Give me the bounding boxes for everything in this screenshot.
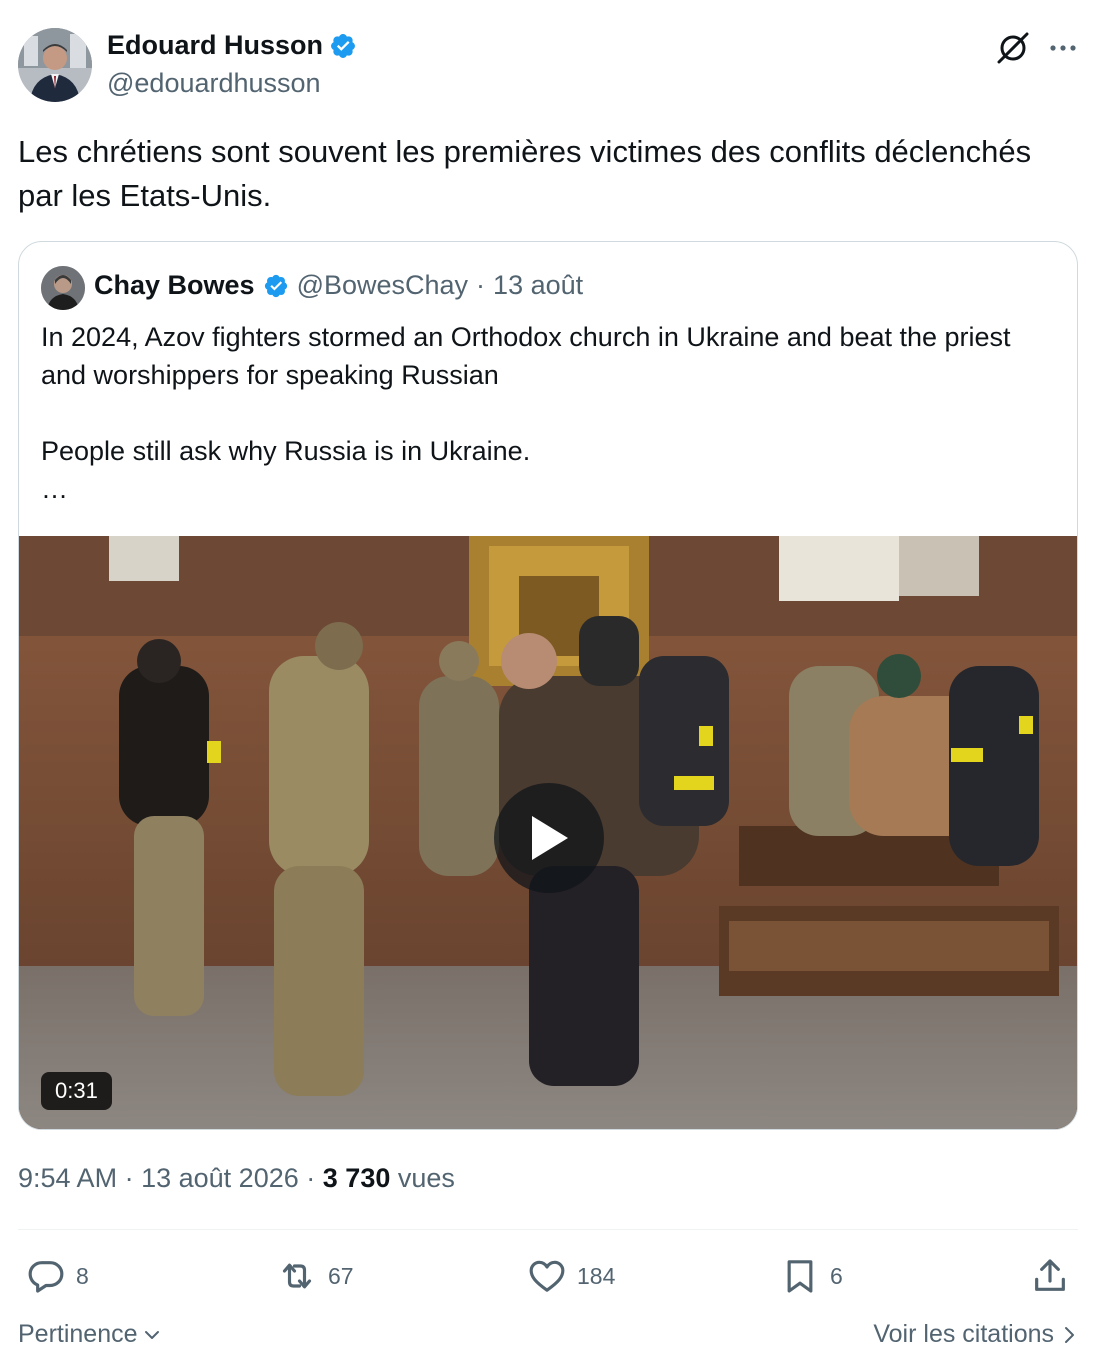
like-count: 184 [577, 1262, 616, 1289]
sort-dropdown[interactable]: Pertinence [18, 1320, 162, 1349]
views-count: 3 730 [322, 1163, 391, 1193]
quote-text: In 2024, Azov fighters stormed an Orthod… [41, 322, 1011, 504]
author-avatar[interactable] [18, 28, 92, 102]
tweet-text: Les chrétiens sont souvent les premières… [18, 134, 1032, 213]
grok-icon[interactable] [995, 30, 1031, 66]
repost-count: 67 [328, 1262, 354, 1289]
views-label: vues [397, 1163, 455, 1193]
share-button[interactable] [1030, 1256, 1070, 1296]
chevron-right-icon [1065, 1326, 1074, 1343]
bookmark-icon [787, 1260, 813, 1293]
tweet-date[interactable]: 13 août 2026 [141, 1163, 299, 1193]
play-button[interactable] [494, 783, 604, 893]
tweet-meta: 9:54 AM · 13 août 2026 · 3 730 vues [18, 1163, 455, 1194]
quoted-tweet[interactable]: Chay Bowes @BowesChay · 13 août In 2024,… [18, 241, 1078, 1130]
reply-icon [28, 1261, 64, 1293]
like-button[interactable]: 184 [527, 1256, 615, 1296]
bookmark-button[interactable]: 6 [780, 1256, 843, 1296]
quote-date[interactable]: 13 août [493, 270, 583, 301]
reply-count: 8 [76, 1262, 89, 1289]
video-duration: 0:31 [41, 1072, 112, 1110]
tweet-time[interactable]: 9:54 AM [18, 1163, 117, 1193]
meta-separator-2: · [306, 1163, 316, 1193]
quote-author-handle[interactable]: @BowesChay [297, 270, 468, 301]
share-icon [1035, 1259, 1065, 1291]
author-name[interactable]: Edouard Husson [107, 30, 323, 61]
more-options-icon[interactable] [1045, 30, 1081, 66]
author-handle[interactable]: @edouardhusson [107, 68, 321, 99]
chevron-down-icon [144, 1330, 159, 1339]
quote-verified-badge-icon [263, 273, 289, 299]
video-player[interactable]: 0:31 [19, 536, 1077, 1129]
quote-header: Chay Bowes @BowesChay · 13 août [94, 270, 583, 301]
repost-icon [282, 1263, 312, 1289]
sort-label: Pertinence [18, 1320, 138, 1348]
bookmark-count: 6 [830, 1262, 843, 1289]
verified-badge-icon [329, 32, 357, 60]
view-quotes-label: Voir les citations [873, 1320, 1054, 1348]
quote-author-avatar[interactable] [41, 266, 85, 310]
repost-button[interactable]: 67 [276, 1256, 354, 1296]
quote-separator: · [476, 270, 486, 300]
play-icon [532, 816, 568, 860]
heart-icon [529, 1260, 565, 1292]
view-quotes-link[interactable]: Voir les citations [873, 1320, 1078, 1349]
author-name-row[interactable]: Edouard Husson [107, 30, 357, 61]
reply-button[interactable]: 8 [26, 1256, 89, 1296]
quote-author-name[interactable]: Chay Bowes [94, 270, 255, 301]
divider [18, 1229, 1078, 1230]
meta-separator: · [124, 1163, 134, 1193]
